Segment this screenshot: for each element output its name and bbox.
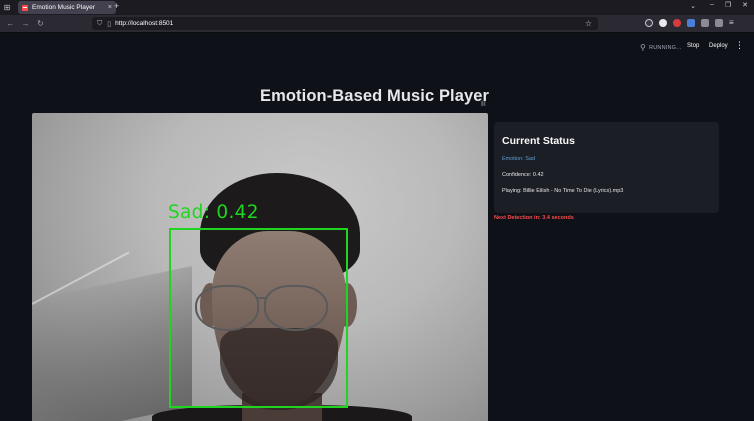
extensions-puzzle-icon[interactable] xyxy=(715,19,723,27)
main-menu-icon[interactable]: ⋮ xyxy=(735,40,744,51)
minimize-icon[interactable]: – xyxy=(710,1,714,9)
current-status-card: Current Status Emotion: Sad Confidence: … xyxy=(494,122,719,213)
header-anchor-icon[interactable]: ⛓ xyxy=(480,101,486,107)
app-header: ⚲ RUNNING... Stop Deploy ⋮ xyxy=(0,34,754,60)
page-title: Emotion-Based Music Player xyxy=(260,87,490,105)
status-title: Current Status xyxy=(502,135,575,147)
status-emotion: Emotion: Sad xyxy=(502,156,536,162)
next-detection-countdown: Next Detection in: 3.4 seconds xyxy=(494,215,574,221)
extension-circle-icon[interactable] xyxy=(659,19,667,27)
running-status: ⚲ RUNNING... xyxy=(640,43,681,52)
tab-close-icon[interactable]: × xyxy=(108,4,112,11)
bookmark-star-icon[interactable]: ☆ xyxy=(585,19,592,28)
back-icon[interactable]: ← xyxy=(3,19,18,28)
reload-icon[interactable]: ↻ xyxy=(33,19,48,28)
extension-car-icon[interactable] xyxy=(701,19,709,27)
deploy-button[interactable]: Deploy xyxy=(709,43,728,49)
firefox-view-icon[interactable]: ⊞ xyxy=(0,0,14,15)
browser-nav-bar: ← → ↻ ⛉ ▯ http://localhost:8501 ☆ ≡ xyxy=(0,15,754,33)
url-bar[interactable]: ⛉ ▯ http://localhost:8501 ☆ xyxy=(92,17,598,30)
browser-menu-icon[interactable]: ≡ xyxy=(729,19,734,27)
browser-tab-bar: ⊞ Emotion Music Player × + ⌄ – ❐ ✕ xyxy=(0,0,754,15)
face-detection-box xyxy=(169,228,348,408)
running-status-text: RUNNING... xyxy=(649,44,682,51)
streamlit-favicon-icon xyxy=(22,4,28,11)
extension-icons: ≡ xyxy=(645,19,734,27)
status-confidence: Confidence: 0.42 xyxy=(502,172,544,178)
page-info-icon[interactable]: ▯ xyxy=(107,20,111,28)
running-man-icon: ⚲ xyxy=(640,43,647,52)
window-controls: – ❐ ✕ xyxy=(710,1,748,9)
close-window-icon[interactable]: ✕ xyxy=(742,1,748,9)
extension-red-icon[interactable] xyxy=(673,19,681,27)
url-text[interactable]: http://localhost:8501 xyxy=(115,20,173,27)
tab-title: Emotion Music Player xyxy=(32,4,95,11)
webcam-feed: Sad: 0.42 xyxy=(32,113,488,421)
tab-list-chevron-icon[interactable]: ⌄ xyxy=(690,2,696,10)
tracking-shield-icon[interactable]: ⛉ xyxy=(97,20,102,28)
browser-tab[interactable]: Emotion Music Player × xyxy=(18,1,116,14)
forward-icon[interactable]: → xyxy=(18,19,33,28)
extension-blue-icon[interactable] xyxy=(687,19,695,27)
maximize-icon[interactable]: ❐ xyxy=(725,1,731,9)
detection-label: Sad: 0.42 xyxy=(168,202,259,223)
stop-button[interactable]: Stop xyxy=(687,43,699,49)
pocket-icon[interactable] xyxy=(645,19,653,27)
status-now-playing: Playing: Billie Eilish - No Time To Die … xyxy=(502,188,624,194)
new-tab-button[interactable]: + xyxy=(114,1,119,11)
